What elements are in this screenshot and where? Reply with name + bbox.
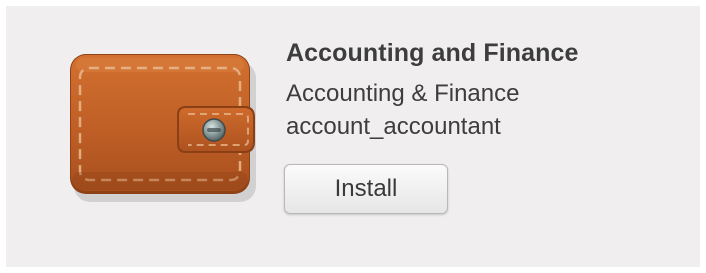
module-card: Accounting and Finance Accounting & Fina… [6,6,700,267]
module-summary: Accounting & Finance [286,80,520,107]
module-technical-name: account_accountant [286,113,501,140]
install-button[interactable]: Install [284,164,448,214]
module-title: Accounting and Finance [286,39,579,67]
wallet-icon [68,52,263,204]
module-info: Accounting and Finance Accounting & Fina… [286,36,686,143]
